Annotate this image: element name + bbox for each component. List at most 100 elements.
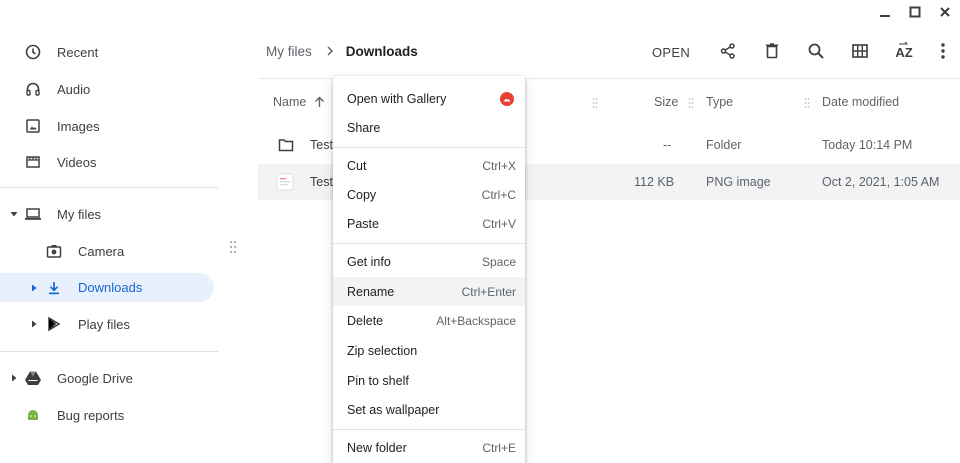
close-icon [939, 6, 951, 21]
chevron-right-icon [326, 46, 334, 56]
sidebar-item-camera[interactable]: Camera [0, 235, 218, 267]
column-resize-handle[interactable] [804, 97, 810, 109]
grid-view-icon [851, 42, 869, 63]
menu-item-shortcut: Alt+Backspace [436, 313, 516, 328]
menu-item-cut[interactable]: Cut Ctrl+X [333, 151, 525, 180]
menu-item-new-folder[interactable]: New folder Ctrl+E [333, 433, 525, 462]
column-resize-handle[interactable] [688, 97, 694, 109]
menu-item-label: Open with Gallery [347, 91, 447, 106]
sidebar-item-images[interactable]: Images [0, 110, 218, 142]
menu-item-label: Zip selection [347, 343, 418, 358]
sidebar-divider [0, 351, 218, 352]
caret-down-icon[interactable] [9, 209, 19, 219]
menu-item-get-info[interactable]: Get info Space [333, 247, 525, 276]
sidebar-item-google-drive[interactable]: Google Drive [0, 362, 218, 394]
breadcrumb-my-files[interactable]: My files [266, 44, 312, 59]
menu-item-label: New folder [347, 440, 407, 455]
sidebar-item-label: Videos [57, 154, 97, 170]
gallery-icon [500, 91, 514, 106]
menu-divider [333, 243, 525, 244]
menu-item-rename[interactable]: Rename Ctrl+Enter [333, 277, 525, 306]
menu-item-pin-to-shelf[interactable]: Pin to shelf [333, 366, 525, 395]
file-size: 112 KB [634, 175, 675, 189]
caret-right-icon[interactable] [29, 319, 39, 329]
android-icon [24, 406, 42, 424]
sort-button[interactable]: AZ [882, 36, 926, 68]
share-icon [719, 42, 737, 63]
menu-item-shortcut: Ctrl+X [482, 158, 516, 173]
menu-item-label: Cut [347, 158, 367, 173]
caret-right-icon[interactable] [9, 373, 19, 383]
column-name-label: Name [273, 95, 307, 109]
column-header-name[interactable]: Name [273, 95, 325, 109]
minimize-button[interactable] [870, 0, 900, 26]
headphones-icon [24, 80, 42, 98]
more-vert-icon [940, 42, 946, 63]
grid-view-button[interactable] [838, 36, 882, 68]
delete-button[interactable] [750, 36, 794, 68]
image-icon [24, 117, 42, 135]
play-store-icon [45, 315, 63, 333]
sidebar-item-my-files[interactable]: My files [0, 198, 218, 230]
maximize-button[interactable] [900, 0, 930, 26]
search-icon [807, 42, 825, 63]
google-drive-icon [24, 369, 42, 387]
sidebar-item-label: Google Drive [57, 370, 133, 386]
menu-item-delete[interactable]: Delete Alt+Backspace [333, 306, 525, 335]
sidebar-item-recent[interactable]: Recent [0, 36, 218, 68]
context-menu: Open with Gallery Share Cut Ctrl+X Copy … [333, 76, 525, 463]
column-header-date[interactable]: Date modified [822, 95, 899, 109]
more-button[interactable] [926, 36, 960, 68]
menu-item-label: Set as wallpaper [347, 402, 440, 417]
menu-item-label: Share [347, 120, 381, 135]
share-button[interactable] [706, 36, 750, 68]
menu-item-shortcut: Ctrl+E [482, 440, 516, 455]
breadcrumb-current[interactable]: Downloads [346, 44, 418, 59]
menu-item-shortcut: Space [481, 254, 516, 269]
sidebar-item-audio[interactable]: Audio [0, 73, 218, 105]
delete-icon [763, 42, 781, 63]
toolbar: OPEN AZ [636, 36, 960, 68]
sidebar-item-videos[interactable]: Videos [0, 146, 218, 178]
sidebar: Recent Audio Images Videos My files Came… [0, 33, 228, 463]
film-icon [24, 153, 42, 171]
close-button[interactable] [930, 0, 960, 26]
sidebar-item-downloads[interactable]: Downloads [0, 273, 214, 302]
file-type: PNG image [706, 175, 771, 189]
sidebar-item-label: Downloads [78, 280, 143, 295]
sidebar-resize-handle[interactable] [229, 240, 237, 254]
clock-icon [24, 43, 42, 61]
sort-az-icon: AZ [895, 41, 913, 60]
caret-right-icon[interactable] [29, 283, 39, 293]
menu-item-shortcut: Ctrl+C [481, 187, 516, 202]
camera-icon [45, 242, 63, 260]
sidebar-item-play-files[interactable]: Play files [0, 308, 218, 340]
sidebar-divider [0, 187, 218, 188]
folder-icon [278, 127, 294, 163]
window-controls [870, 0, 960, 26]
menu-item-paste[interactable]: Paste Ctrl+V [333, 209, 525, 238]
sidebar-item-label: Bug reports [57, 407, 125, 423]
menu-item-share[interactable]: Share [333, 113, 525, 142]
menu-item-open-with-gallery[interactable]: Open with Gallery [333, 84, 525, 113]
menu-item-set-as-wallpaper[interactable]: Set as wallpaper [333, 395, 525, 424]
menu-item-shortcut: Ctrl+V [482, 216, 516, 231]
menu-item-copy[interactable]: Copy Ctrl+C [333, 180, 525, 209]
menu-item-label: Paste [347, 216, 379, 231]
file-name: Test [310, 175, 333, 189]
search-button[interactable] [794, 36, 838, 68]
column-header-type[interactable]: Type [706, 95, 733, 109]
menu-item-label: Get info [347, 254, 391, 269]
menu-item-zip-selection[interactable]: Zip selection [333, 336, 525, 365]
file-date: Today 10:14 PM [822, 138, 913, 152]
column-header-size[interactable]: Size [654, 95, 678, 109]
sidebar-item-bug-reports[interactable]: Bug reports [0, 399, 218, 431]
sidebar-item-label: Play files [78, 316, 131, 332]
laptop-icon [24, 205, 42, 223]
column-resize-handle[interactable] [592, 97, 598, 109]
file-name: Test [310, 138, 333, 152]
file-size: -- [663, 138, 672, 152]
sort-label: AZ [895, 44, 913, 60]
arrow-up-icon [314, 96, 325, 108]
open-button[interactable]: OPEN [636, 36, 706, 68]
